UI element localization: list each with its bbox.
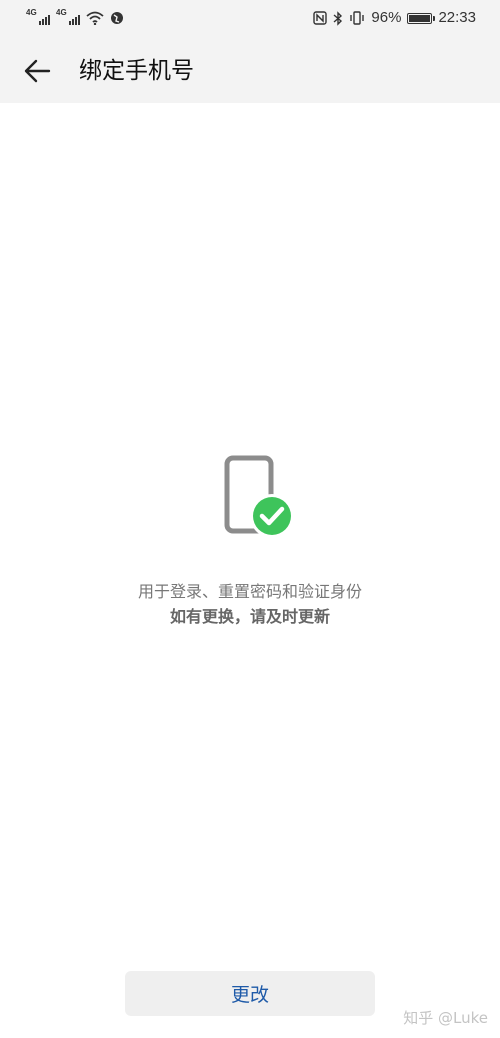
battery-fill <box>409 14 430 22</box>
app-header: 绑定手机号 <box>0 38 500 103</box>
description: 用于登录、重置密码和验证身份 如有更换，请及时更新 <box>0 580 500 630</box>
network-type-label-2: 4G <box>56 8 67 17</box>
network-type-label: 4G <box>26 8 37 17</box>
globe-icon <box>111 12 123 24</box>
status-bar: 4G 4G 96% 22:33 <box>0 0 500 38</box>
signal-bars <box>39 15 50 25</box>
nfc-icon <box>313 11 328 25</box>
bluetooth-icon <box>333 10 343 26</box>
cellular-signal-icon: 4G <box>26 9 50 25</box>
signal-bars-2 <box>69 15 80 25</box>
phone-check-icon <box>224 455 294 538</box>
status-left: 4G 4G <box>26 9 124 25</box>
watermark: 知乎 @Luke <box>403 1009 488 1027</box>
battery-icon <box>407 12 436 24</box>
vibrate-icon <box>350 11 365 25</box>
clock: 22:33 <box>438 9 476 26</box>
battery-percent: 96% <box>371 9 402 26</box>
description-line-1: 用于登录、重置密码和验证身份 <box>137 582 362 601</box>
page-title: 绑定手机号 <box>79 58 194 84</box>
status-right: 96% 22:33 <box>313 9 476 27</box>
description-line-2: 如有更换，请及时更新 <box>169 607 330 626</box>
cellular-signal-icon-2: 4G <box>56 9 80 25</box>
wifi-icon <box>86 11 104 25</box>
back-button[interactable] <box>20 54 54 88</box>
change-button[interactable]: 更改 <box>125 971 375 1016</box>
arrow-left-icon <box>24 59 51 83</box>
